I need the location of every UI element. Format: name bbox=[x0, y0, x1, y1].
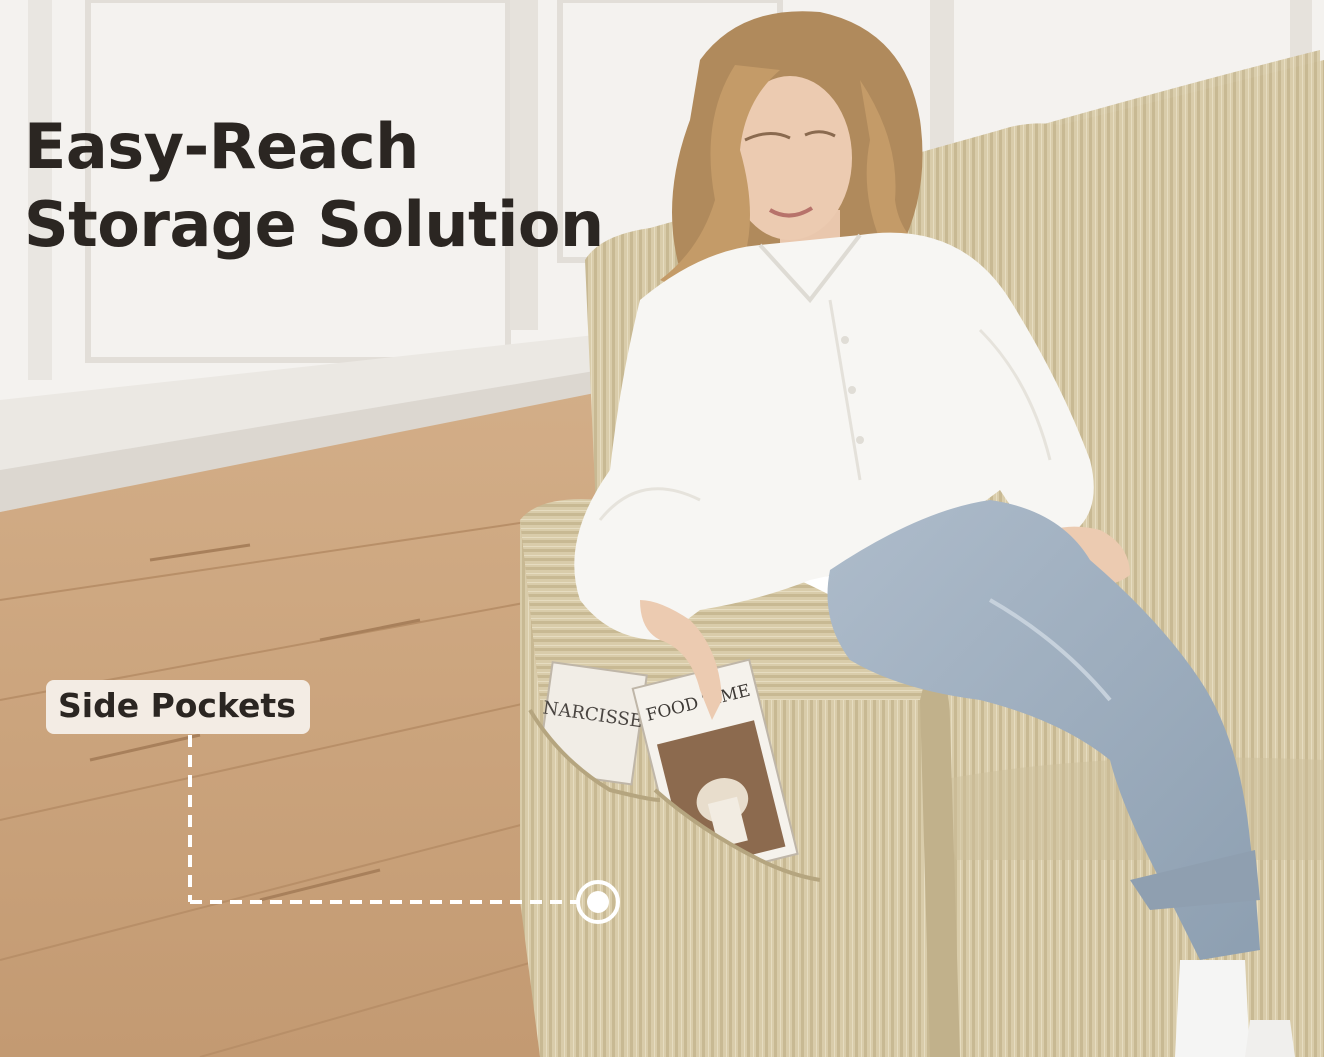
product-photo: NARCISSE FOOD TIME Easy-Reach Storage So… bbox=[0, 0, 1324, 1057]
pocket-marker-dot bbox=[587, 891, 609, 913]
headline-line-2: Storage Solution bbox=[24, 188, 604, 261]
headline: Easy-Reach Storage Solution bbox=[24, 108, 604, 264]
side-pockets-label: Side Pockets bbox=[46, 680, 310, 734]
headline-line-1: Easy-Reach bbox=[24, 110, 419, 183]
